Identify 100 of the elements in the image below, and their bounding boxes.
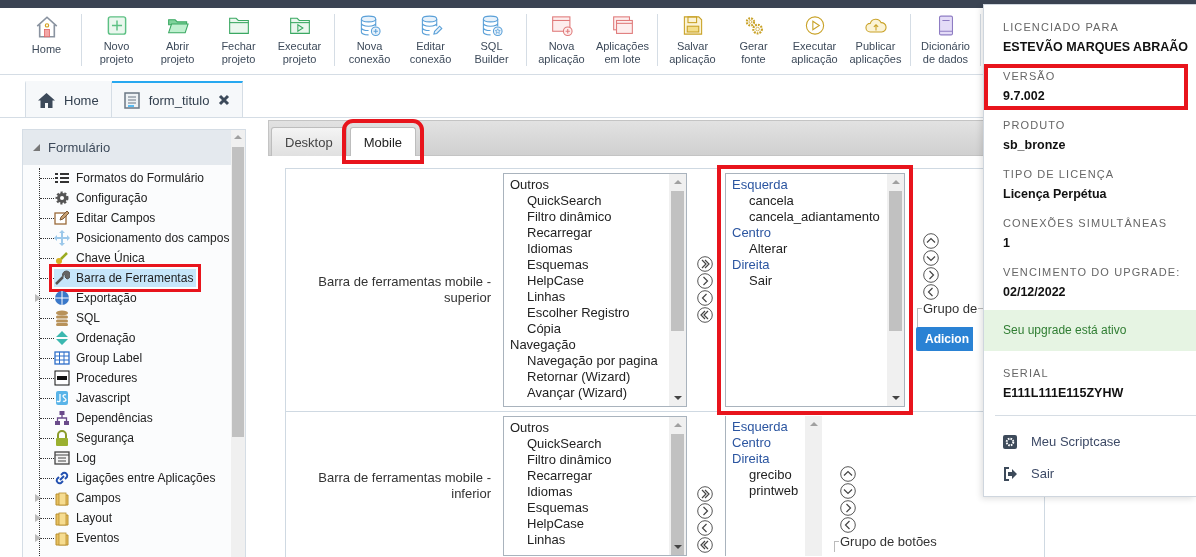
list-option[interactable]: Cópia <box>510 321 664 337</box>
list-option[interactable]: Linhas <box>510 289 664 305</box>
chevron-down-icon[interactable] <box>840 483 856 499</box>
chevron-right-icon[interactable] <box>923 267 939 283</box>
tree-item[interactable]: Ordenação <box>54 329 139 347</box>
document-tab[interactable]: Home <box>25 81 112 117</box>
tree-item[interactable]: Javascript <box>54 389 134 407</box>
tree-item[interactable]: Layout <box>54 509 116 527</box>
toolbar-button[interactable]: Salvar aplicação <box>662 14 723 66</box>
scrollbar[interactable] <box>669 417 686 555</box>
toolbar-button[interactable]: Fechar projeto <box>208 14 269 66</box>
expand-triangle-icon[interactable] <box>35 494 41 502</box>
toolbar-button[interactable]: Aplicações em lote <box>592 14 653 66</box>
list-option[interactable]: Escolher Registro <box>510 305 664 321</box>
close-icon[interactable] <box>218 94 231 106</box>
toolbar-button[interactable]: SQL Builder <box>461 14 522 66</box>
list-option[interactable]: Avançar (Wizard) <box>510 385 664 401</box>
list-option[interactable]: Esquemas <box>510 257 664 273</box>
list-option[interactable]: Navegação por pagina <box>510 353 664 369</box>
document-tab[interactable]: form_titulo <box>111 81 244 117</box>
selected-items-list[interactable]: Esquerda Centro Direita grecibo printweb <box>725 416 822 556</box>
chevron-left-icon[interactable] <box>697 520 713 536</box>
double-chevron-right-icon[interactable] <box>697 486 713 502</box>
list-option[interactable]: Esquerda <box>732 419 800 435</box>
expand-triangle-icon[interactable] <box>35 534 41 542</box>
double-chevron-left-icon[interactable] <box>697 537 713 553</box>
list-option[interactable]: Centro <box>732 435 800 451</box>
list-option[interactable]: Sair <box>732 273 882 289</box>
expand-triangle-icon[interactable] <box>35 514 41 522</box>
scrollbar[interactable] <box>805 416 822 556</box>
tree-item[interactable]: Exportação <box>54 289 140 307</box>
chevron-down-icon[interactable] <box>923 250 939 266</box>
chevron-left-icon[interactable] <box>840 517 856 533</box>
menu-item[interactable]: Sair <box>984 458 1055 490</box>
tree-item[interactable]: Procedures <box>54 369 141 387</box>
scrollbar[interactable] <box>669 174 686 406</box>
double-chevron-left-icon[interactable] <box>697 307 713 323</box>
list-option[interactable]: QuickSearch <box>510 193 664 209</box>
tree-item[interactable]: Chave Única <box>54 249 148 267</box>
tree-item[interactable]: Configuração <box>54 189 151 207</box>
menu-item[interactable]: Meu Scriptcase <box>984 426 1121 458</box>
double-chevron-right-icon[interactable] <box>697 256 713 272</box>
list-option[interactable]: Idiomas <box>510 484 664 500</box>
tree-item[interactable]: Formatos do Formulário <box>54 169 208 187</box>
available-items-list[interactable]: Outros QuickSearch Filtro dinâmico Recarregar Idiomas Esquemas HelpCase Linhas <box>503 416 687 556</box>
selected-items-list[interactable]: Esquerda cancela cancela_adiantamento Centro Alterar Direita Sair <box>725 173 905 407</box>
tree-item[interactable]: Segurança <box>54 429 138 447</box>
toolbar-button[interactable]: Novo projeto <box>86 14 147 66</box>
toolbar-button[interactable]: Nova conexão <box>339 14 400 66</box>
tab[interactable]: Desktop <box>271 127 347 156</box>
list-option[interactable]: HelpCase <box>510 273 664 289</box>
tree-item[interactable]: Dependências <box>54 409 156 427</box>
add-button[interactable]: Adicion <box>916 327 973 351</box>
toolbar-button[interactable]: Editar conexão <box>400 14 461 66</box>
scrollbar[interactable] <box>231 130 245 557</box>
toolbar-button[interactable]: Executar aplicação <box>784 14 845 66</box>
tree-item[interactable]: Editar Campos <box>54 209 159 227</box>
chevron-left-icon[interactable] <box>697 290 713 306</box>
tree-item[interactable]: Ligações entre Aplicações <box>54 469 219 487</box>
list-option[interactable]: Direita <box>732 451 800 467</box>
list-option[interactable]: Idiomas <box>510 241 664 257</box>
list-option[interactable]: Direita <box>732 257 882 273</box>
list-option[interactable]: Centro <box>732 225 882 241</box>
toolbar-button[interactable]: Publicar aplicações <box>845 14 906 66</box>
chevron-right-icon[interactable] <box>697 503 713 519</box>
list-option[interactable]: Retornar (Wizard) <box>510 369 664 385</box>
chevron-right-icon[interactable] <box>840 500 856 516</box>
list-option[interactable]: Linhas <box>510 532 664 548</box>
list-option[interactable]: Navegação <box>510 337 664 353</box>
tree-item[interactable]: Group Label <box>54 349 146 367</box>
list-option[interactable]: Outros <box>510 420 664 436</box>
list-option[interactable]: Recarregar <box>510 468 664 484</box>
list-option[interactable]: grecibo <box>732 467 800 483</box>
list-option[interactable]: QuickSearch <box>510 436 664 452</box>
chevron-up-icon[interactable] <box>923 233 939 249</box>
available-items-list[interactable]: Outros QuickSearch Filtro dinâmico Recarregar Idiomas Esquemas HelpCase Linhas Escolher Registro Cópia Navegação Navegação por pagina Retornar (Wizard) Avançar (Wizard) <box>503 173 687 407</box>
toolbar-button[interactable]: Executar projeto <box>269 14 330 66</box>
chevron-right-icon[interactable] <box>697 273 713 289</box>
toolbar-button[interactable]: Home <box>16 14 77 66</box>
chevron-left-icon[interactable] <box>923 284 939 300</box>
tree-item[interactable]: SQL <box>54 309 103 327</box>
tree-item[interactable]: Posicionamento dos campos <box>54 229 231 247</box>
scrollbar[interactable] <box>887 174 904 406</box>
list-option[interactable]: cancela_adiantamento <box>732 209 882 225</box>
list-option[interactable]: Alterar <box>732 241 882 257</box>
list-option[interactable]: Outros <box>510 177 664 193</box>
expand-triangle-icon[interactable] <box>35 294 41 302</box>
tree-item[interactable]: Eventos <box>54 529 123 547</box>
list-option[interactable]: Recarregar <box>510 225 664 241</box>
toolbar-button[interactable]: Abrir projeto <box>147 14 208 66</box>
list-option[interactable]: HelpCase <box>510 516 664 532</box>
list-option[interactable]: printweb <box>732 483 800 499</box>
tree-item[interactable]: Campos <box>54 489 124 507</box>
toolbar-button[interactable]: Dicionário de dados <box>915 14 976 66</box>
list-option[interactable]: Esquerda <box>732 177 882 193</box>
collapse-triangle-icon[interactable] <box>33 144 40 151</box>
toolbar-button[interactable]: Nova aplicação <box>531 14 592 66</box>
chevron-up-icon[interactable] <box>840 466 856 482</box>
toolbar-button[interactable]: Gerar fonte <box>723 14 784 66</box>
list-option[interactable]: Filtro dinâmico <box>510 452 664 468</box>
